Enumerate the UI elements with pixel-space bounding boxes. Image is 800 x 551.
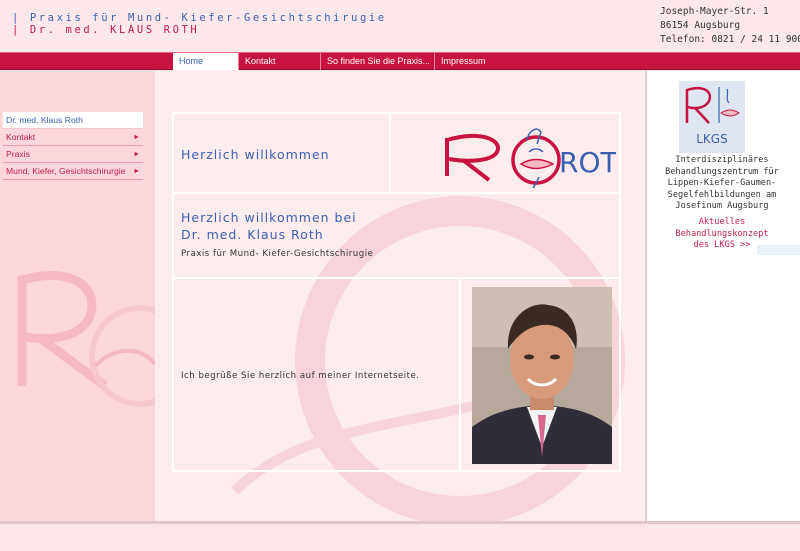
roth-logo-text: ROTH [559,146,616,179]
top-nav: Home Kontakt So finden Sie die Praxis...… [0,52,800,70]
practice-title: | Praxis für Mund- Kiefer-Gesichtschirug… [12,12,387,24]
nav-impressum[interactable]: Impressum [434,53,800,70]
sidebar-item-kontakt[interactable]: Kontakt ► [3,129,143,146]
sidebar-item-label: Mund, Kiefer, Gesichtschirurgie [6,166,126,176]
roth-logo: ROTH [445,128,616,188]
lkgs-description-line: Segelfehlbildungen am [667,189,777,200]
sidebar-item-label: Praxis [6,149,30,159]
arrow-right-icon: ► [133,151,140,158]
nav-directions[interactable]: So finden Sie die Praxis... [320,53,434,70]
address-city: 86154 Augsburg [660,20,741,31]
lkgs-link-line: Behandlungskonzept [675,228,769,239]
sidebar-item-label: Dr. med. Klaus Roth [6,115,83,125]
sidebar-watermark-logo [17,271,155,407]
welcome-heading: Herzlich willkommen [181,147,330,162]
arrow-right-icon: ► [133,134,140,141]
nav-kontakt[interactable]: Kontakt [238,53,320,70]
main-content: Herzlich willkommen ROTH Herzlich willko… [155,71,645,521]
doctor-portrait [472,287,612,464]
address-street: Joseph-Mayer-Str. 1 [660,6,769,17]
logo-box: ROTH [389,112,621,194]
doctor-name: | Dr. med. KLAUS ROTH [12,24,200,36]
intro-heading-line2: Dr. med. Klaus Roth [181,227,324,242]
nav-home[interactable]: Home [173,53,238,70]
sidebar-item-dr-roth[interactable]: Dr. med. Klaus Roth [3,112,143,129]
lkgs-link-line: Aktuelles [698,217,746,227]
lkgs-description-line: Behandlungszentrum für [665,166,779,177]
lkgs-logo[interactable]: LKGS [679,81,745,153]
address-block: Joseph-Mayer-Str. 1 86154 Augsburg Telef… [660,5,800,47]
footer [0,524,800,551]
welcome-box: Herzlich willkommen [172,112,391,194]
intro-heading-line1: Herzlich willkommen bei [181,210,357,225]
arrow-right-icon: ► [133,168,140,175]
sidebar-item-praxis[interactable]: Praxis ► [3,146,143,163]
greeting-text: Ich begrüße Sie herzlich auf meiner Inte… [181,371,420,381]
lkgs-description-line: Interdisziplinäres [675,155,769,165]
lkgs-logo-graphic: LKGS [685,86,740,146]
lkgs-link-line: des LKGS >> [693,240,751,251]
lkgs-description-line: Josefinum Augsburg [675,201,769,212]
sidebar: Dr. med. Klaus Roth Kontakt ► Praxis ► M… [0,71,155,521]
lkgs-concept-link[interactable]: Aktuelles Behandlungskonzept des LKGS >> [647,217,797,252]
header: | Praxis für Mund- Kiefer-Gesichtschirug… [0,0,800,52]
greeting-box: Ich begrüße Sie herzlich auf meiner Inte… [172,277,461,472]
intro-box: Herzlich willkommen bei Dr. med. Klaus R… [172,192,621,279]
intro-subheading: Praxis für Mund- Kiefer-Gesichtschirugie [181,249,374,259]
address-phone: Telefon: 0821 / 24 11 900 [660,34,800,45]
lkgs-description: Interdisziplinäres Behandlungszentrum fü… [647,155,797,213]
portrait-box [459,277,621,472]
lkgs-logo-text: LKGS [696,132,727,146]
sidebar-item-label: Kontakt [6,132,36,142]
right-sidebar: LKGS Interdisziplinäres Behandlungszentr… [645,71,800,521]
lkgs-description-line: Lippen-Kiefer-Gaumen- [667,178,777,189]
sidebar-item-surgery[interactable]: Mund, Kiefer, Gesichtschirurgie ► [3,163,143,180]
